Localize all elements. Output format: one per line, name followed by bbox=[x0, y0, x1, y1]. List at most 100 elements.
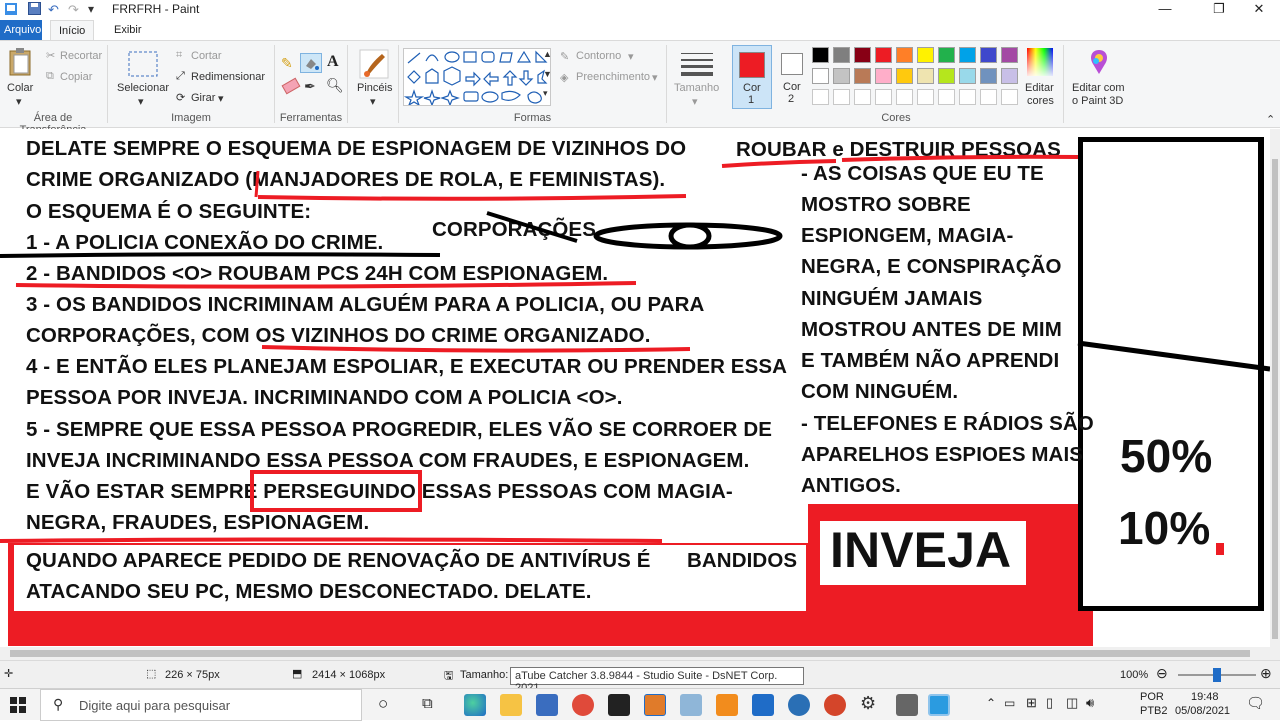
mail-icon[interactable] bbox=[752, 694, 774, 716]
pencil-icon[interactable]: ✎ bbox=[281, 55, 293, 72]
palette-color-swatch[interactable] bbox=[812, 47, 829, 63]
brushes-dropdown-icon[interactable]: ▾ bbox=[370, 95, 376, 108]
windows-start-icon[interactable] bbox=[10, 697, 26, 716]
edit-colors-line1[interactable]: Editar bbox=[1025, 82, 1054, 94]
copy-button[interactable]: Copiar bbox=[60, 71, 92, 83]
tab-view[interactable]: Exibir bbox=[106, 20, 150, 40]
brushes-button[interactable]: Pincéis bbox=[357, 82, 392, 94]
palette-color-swatch[interactable] bbox=[854, 47, 871, 63]
browser-icon[interactable] bbox=[572, 694, 594, 716]
paste-button[interactable]: Colar bbox=[7, 82, 33, 94]
rotate-button[interactable]: Girar bbox=[191, 92, 215, 104]
tray-chevron-icon[interactable]: ⌃ bbox=[986, 696, 996, 710]
keyboard-layout[interactable]: PTB2 bbox=[1140, 705, 1168, 717]
tray-app-icon[interactable]: ◫ bbox=[1066, 695, 1078, 711]
fill-icon[interactable] bbox=[300, 53, 322, 73]
taskbar-search[interactable]: ⚲ Digite aqui para pesquisar bbox=[40, 689, 362, 721]
color-picker-icon[interactable]: ✒ bbox=[304, 78, 316, 95]
size-icon[interactable] bbox=[681, 51, 713, 80]
redo-icon[interactable]: ↷ bbox=[68, 2, 79, 18]
horizontal-scrollbar[interactable] bbox=[0, 647, 1280, 660]
paste-dropdown-icon[interactable]: ▾ bbox=[16, 95, 22, 108]
tray-device-icon[interactable]: ▭ bbox=[1004, 696, 1015, 710]
paint3d-line2[interactable]: o Paint 3D bbox=[1072, 95, 1123, 107]
rotate-dropdown-icon[interactable]: ▾ bbox=[218, 92, 224, 105]
clock-time[interactable]: 19:48 bbox=[1191, 691, 1219, 703]
palette-color-swatch[interactable] bbox=[896, 47, 913, 63]
drawing-canvas[interactable]: DELATE SEMPRE O ESQUEMA DE ESPIONAGEM DE… bbox=[0, 129, 1270, 647]
fill-dropdown-icon[interactable]: ▾ bbox=[652, 71, 658, 84]
crop-button[interactable]: Cortar bbox=[191, 50, 222, 62]
search-input[interactable]: Digite aqui para pesquisar bbox=[79, 698, 230, 713]
vertical-scroll-thumb[interactable] bbox=[1272, 159, 1278, 639]
shapes-scroll-down-icon[interactable]: ▼ bbox=[543, 69, 552, 79]
custom-color-slot[interactable] bbox=[959, 89, 976, 105]
edge-icon[interactable] bbox=[464, 694, 486, 716]
customize-toolbar-icon[interactable]: ▾ bbox=[88, 2, 94, 16]
horizontal-scroll-thumb[interactable] bbox=[10, 650, 1250, 657]
brush-icon[interactable] bbox=[358, 48, 390, 83]
cut-button[interactable]: Recortar bbox=[60, 50, 102, 62]
tab-file[interactable]: Arquivo bbox=[0, 20, 42, 40]
select-button[interactable]: Selecionar bbox=[117, 82, 169, 94]
close-button[interactable]: ✕ bbox=[1236, 0, 1280, 20]
custom-color-slot[interactable] bbox=[854, 89, 871, 105]
palette-color-swatch[interactable] bbox=[1001, 47, 1018, 63]
store-icon[interactable] bbox=[536, 694, 558, 716]
paint3d-line1[interactable]: Editar com bbox=[1072, 82, 1125, 94]
resize-button[interactable]: Redimensionar bbox=[191, 71, 265, 83]
outline-button[interactable]: Contorno bbox=[576, 50, 621, 62]
clock-date[interactable]: 05/08/2021 bbox=[1175, 705, 1230, 717]
palette-color-swatch[interactable] bbox=[959, 47, 976, 63]
custom-color-slot[interactable] bbox=[875, 89, 892, 105]
size-button[interactable]: Tamanho bbox=[674, 82, 719, 94]
file-explorer-icon[interactable] bbox=[500, 694, 522, 716]
camera-icon[interactable] bbox=[896, 694, 918, 716]
volume-icon[interactable]: 🔊︎ bbox=[1086, 695, 1094, 711]
save-icon[interactable] bbox=[28, 2, 41, 18]
palette-color-swatch[interactable] bbox=[917, 68, 934, 84]
task-view-icon[interactable]: ⧉ bbox=[422, 695, 433, 712]
edit-colors-line2[interactable]: cores bbox=[1027, 95, 1054, 107]
magnifier-icon[interactable]: 🔍︎ bbox=[326, 77, 344, 94]
media-app-icon[interactable] bbox=[824, 694, 846, 716]
undo-icon[interactable]: ↶ bbox=[48, 2, 59, 18]
text-icon[interactable]: A bbox=[327, 53, 339, 71]
edit-colors-icon[interactable] bbox=[1027, 48, 1053, 79]
active-app-icon[interactable] bbox=[928, 694, 950, 716]
network-icon[interactable]: ⊞ bbox=[1026, 695, 1037, 711]
palette-color-swatch[interactable] bbox=[938, 68, 955, 84]
palette-color-swatch[interactable] bbox=[980, 68, 997, 84]
palette-color-swatch[interactable] bbox=[959, 68, 976, 84]
color1-button[interactable]: Cor 1 bbox=[732, 45, 772, 109]
shapes-scroll-up-icon[interactable]: ▲ bbox=[543, 49, 552, 59]
palette-color-swatch[interactable] bbox=[896, 68, 913, 84]
custom-color-slot[interactable] bbox=[833, 89, 850, 105]
notification-icon[interactable]: 🗨︎ bbox=[1246, 694, 1265, 712]
color2-button[interactable]: Cor 2 bbox=[773, 45, 811, 109]
shapes-expand-icon[interactable]: ▾ bbox=[543, 88, 548, 99]
custom-color-slot[interactable] bbox=[938, 89, 955, 105]
zoom-in-button[interactable]: ⊕ bbox=[1260, 665, 1272, 682]
minimize-button[interactable]: — bbox=[1142, 0, 1188, 20]
palette-color-swatch[interactable] bbox=[812, 68, 829, 84]
fill-button[interactable]: Preenchimento bbox=[576, 71, 650, 83]
palette-color-swatch[interactable] bbox=[917, 47, 934, 63]
custom-color-slot[interactable] bbox=[917, 89, 934, 105]
custom-color-slot[interactable] bbox=[1001, 89, 1018, 105]
shield-icon[interactable] bbox=[608, 694, 630, 716]
palette-color-swatch[interactable] bbox=[833, 47, 850, 63]
vertical-scrollbar[interactable] bbox=[1270, 129, 1280, 647]
collapse-ribbon-icon[interactable]: ⌃ bbox=[1266, 113, 1275, 126]
zoom-slider-thumb[interactable] bbox=[1213, 668, 1221, 682]
select-dropdown-icon[interactable]: ▾ bbox=[138, 95, 144, 108]
battery-icon[interactable]: ▯ bbox=[1046, 695, 1053, 711]
custom-color-slot[interactable] bbox=[896, 89, 913, 105]
size-dropdown-icon[interactable]: ▾ bbox=[692, 95, 698, 108]
clipboard-icon[interactable] bbox=[8, 47, 32, 80]
palette-color-swatch[interactable] bbox=[938, 47, 955, 63]
palette-color-swatch[interactable] bbox=[854, 68, 871, 84]
vpn-icon[interactable] bbox=[716, 694, 738, 716]
cortana-icon[interactable]: ○ bbox=[378, 694, 388, 714]
palette-color-swatch[interactable] bbox=[875, 47, 892, 63]
